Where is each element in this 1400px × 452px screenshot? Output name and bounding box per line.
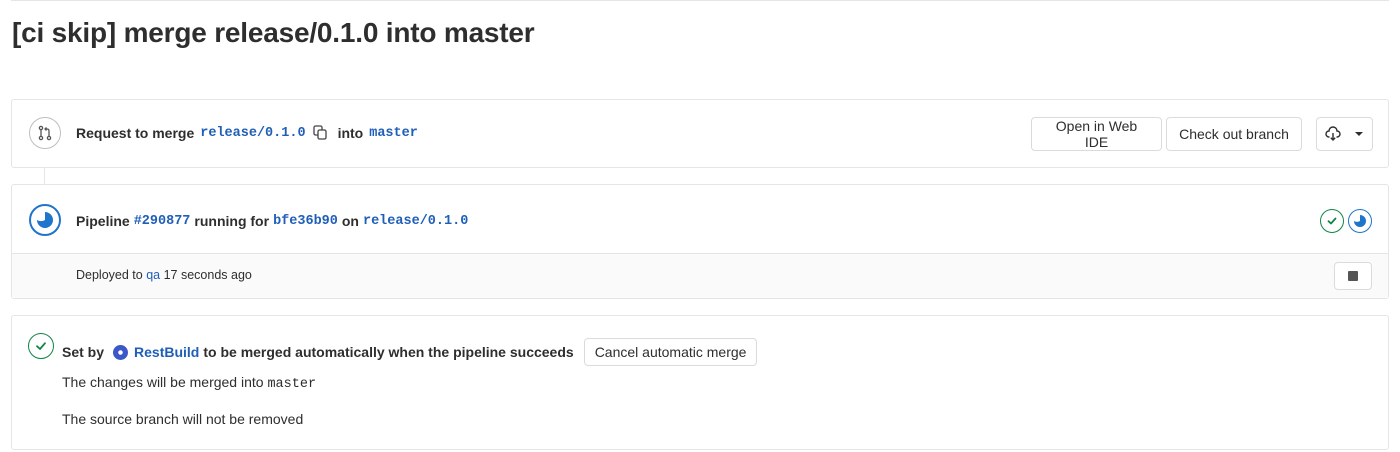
pipeline-widget: Pipeline #290877 running for bfe36b90 on… (11, 184, 1389, 299)
open-web-ide-button[interactable]: Open in Web IDE (1031, 117, 1162, 151)
check-circle-icon (28, 333, 54, 359)
environment-link[interactable]: qa (146, 268, 160, 282)
auto-merge-message: to be merged automatically when the pipe… (203, 344, 574, 360)
copy-branch-icon[interactable] (312, 124, 328, 140)
pipeline-running-icon[interactable] (29, 204, 61, 236)
auto-merge-widget: Set by RestBuild to be merged automatica… (11, 315, 1389, 450)
user-link[interactable]: RestBuild (134, 344, 199, 360)
pipeline-id-link[interactable]: #290877 (134, 214, 191, 229)
pipeline-stages (1320, 209, 1372, 233)
request-to-merge-line: Request to merge release/0.1.0 into mast… (76, 125, 418, 141)
stage-success-icon[interactable] (1320, 209, 1344, 233)
stop-icon (1348, 271, 1358, 281)
merge-request-icon (29, 117, 61, 149)
deploy-time: 17 seconds ago (163, 268, 252, 282)
deployed-to-label: Deployed to (76, 268, 143, 282)
set-by-label: Set by (62, 344, 105, 360)
changes-merged-line: The changes will be merged into master (62, 374, 316, 392)
source-branch-link[interactable]: release/0.1.0 (200, 126, 305, 141)
commit-sha-link[interactable]: bfe36b90 (273, 214, 338, 229)
user-avatar[interactable] (113, 344, 129, 360)
pipeline-status-line: Pipeline #290877 running for bfe36b90 on… (76, 213, 468, 229)
pipeline-branch-link[interactable]: release/0.1.0 (363, 214, 468, 229)
changes-text: The changes will be merged into (62, 374, 264, 390)
download-dropdown-button[interactable] (1316, 117, 1373, 151)
deployment-row: Deployed to qa 17 seconds ago (12, 253, 1388, 298)
running-for-label: running for (194, 213, 270, 229)
top-divider (11, 0, 1389, 1)
stop-environment-button[interactable] (1334, 262, 1372, 290)
stage-running-icon[interactable] (1348, 209, 1372, 233)
on-label: on (341, 213, 359, 229)
chevron-down-icon (1354, 129, 1364, 139)
page-title: [ci skip] merge release/0.1.0 into maste… (12, 17, 535, 48)
cancel-automatic-merge-button[interactable]: Cancel automatic merge (583, 338, 758, 366)
check-out-branch-button[interactable]: Check out branch (1166, 117, 1302, 151)
auto-merge-status-line: Set by RestBuild to be merged automatica… (62, 338, 758, 366)
download-icon (1325, 126, 1341, 142)
target-branch-code: master (267, 377, 317, 392)
deployment-text: Deployed to qa 17 seconds ago (76, 268, 252, 282)
source-branch-note: The source branch will not be removed (62, 411, 304, 427)
target-branch-link[interactable]: master (369, 126, 418, 141)
request-prefix: Request to merge (76, 125, 195, 141)
pipeline-label: Pipeline (76, 213, 130, 229)
widget-connector (44, 167, 45, 184)
merge-request-widget: Request to merge release/0.1.0 into mast… (11, 99, 1389, 168)
into-label: into (337, 125, 364, 141)
